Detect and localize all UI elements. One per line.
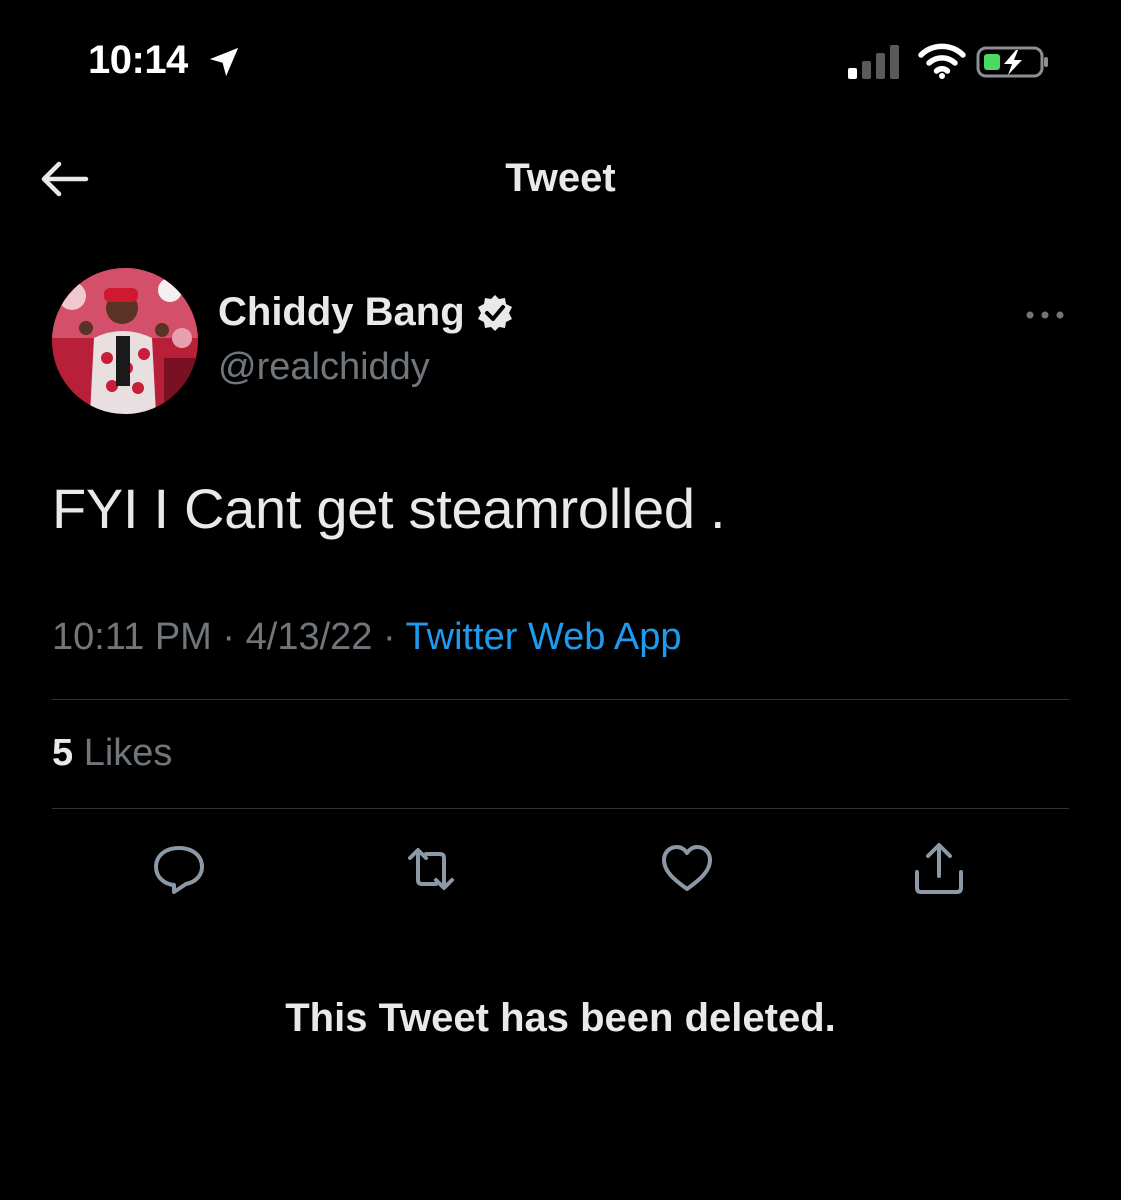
author-name-text: Chiddy Bang xyxy=(218,290,465,334)
likes-label: Likes xyxy=(83,732,173,774)
location-arrow-icon xyxy=(209,47,239,77)
author-display-name[interactable]: Chiddy Bang xyxy=(218,290,515,335)
divider xyxy=(52,808,1069,809)
tweet-time: 10:11 PM xyxy=(52,616,212,658)
likes-stat[interactable]: 5 Likes xyxy=(52,732,172,775)
divider xyxy=(52,699,1069,700)
share-icon[interactable] xyxy=(910,840,968,898)
tweet-source-link[interactable]: Twitter Web App xyxy=(406,616,682,658)
like-icon[interactable] xyxy=(658,840,716,898)
meta-separator: · xyxy=(382,616,396,658)
wifi-icon xyxy=(918,43,966,79)
status-time: 10:14 xyxy=(88,38,188,82)
battery-charging-icon xyxy=(976,46,1048,78)
deleted-notice: This Tweet has been deleted. xyxy=(285,996,836,1040)
reply-icon[interactable] xyxy=(150,840,208,898)
tweet-text: FYI I Cant get steamrolled . xyxy=(52,477,726,540)
tweet-meta: 10:11 PM · 4/13/22 · Twitter Web App xyxy=(52,616,682,659)
likes-count: 5 xyxy=(52,732,74,774)
avatar[interactable] xyxy=(52,268,198,414)
page-title: Tweet xyxy=(505,156,616,200)
author-handle[interactable]: @realchiddy xyxy=(218,346,430,389)
meta-separator: · xyxy=(222,616,236,658)
tweet-date: 4/13/22 xyxy=(245,616,373,658)
retweet-icon[interactable] xyxy=(402,840,460,898)
cellular-signal-icon xyxy=(848,45,899,79)
verified-badge-icon xyxy=(477,294,512,331)
more-horizontal-icon[interactable] xyxy=(1020,300,1070,330)
